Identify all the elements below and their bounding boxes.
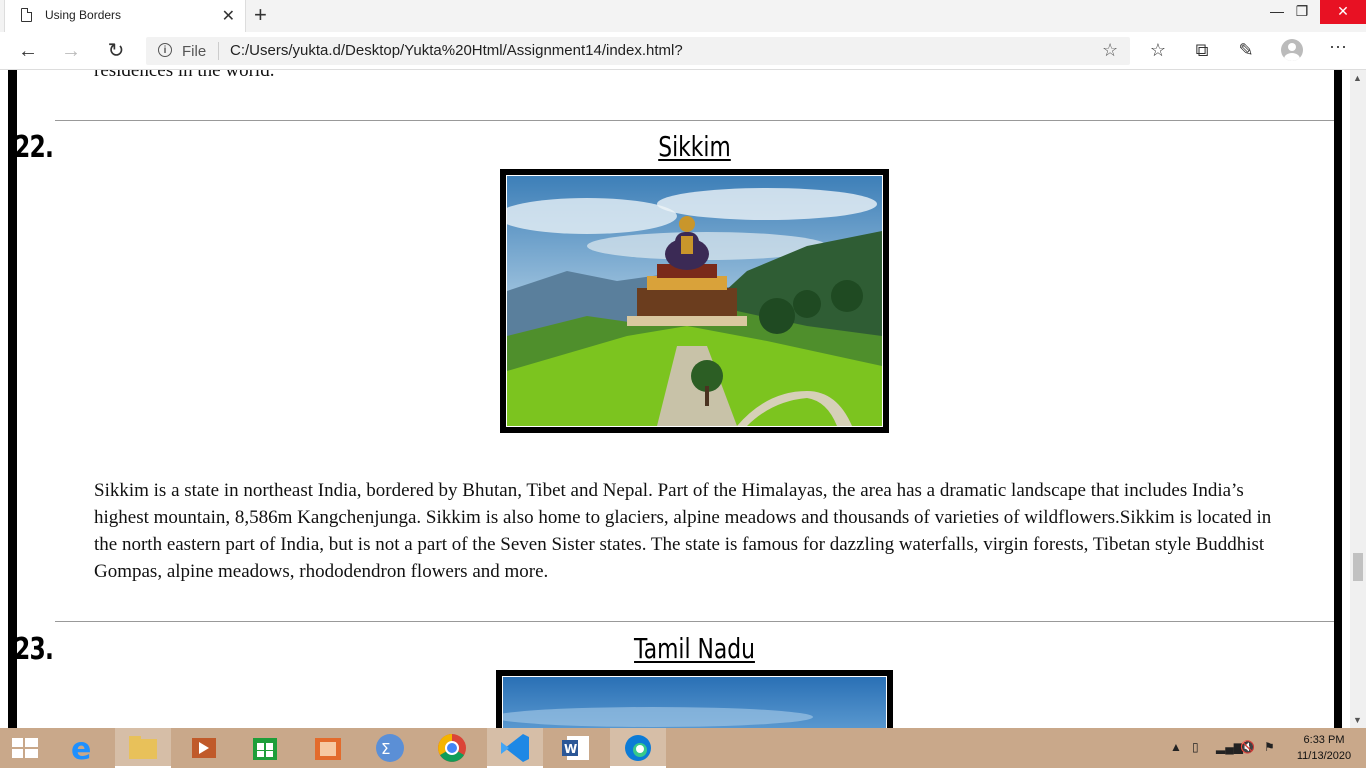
- profile-avatar[interactable]: [1281, 39, 1303, 61]
- tamil-nadu-photo: [503, 677, 886, 728]
- internet-explorer-icon[interactable]: e: [55, 728, 111, 768]
- new-tab-button[interactable]: +: [254, 2, 267, 28]
- word-icon[interactable]: W: [549, 728, 605, 768]
- section-paragraph: Sikkim is a state in northeast India, bo…: [94, 480, 1272, 582]
- svg-text:W: W: [564, 742, 577, 756]
- volume-muted-icon[interactable]: 🔇: [1240, 740, 1255, 754]
- sikkim-image: [500, 169, 889, 433]
- tamil-nadu-image: [496, 670, 893, 728]
- math-input-icon[interactable]: Σ: [362, 728, 418, 768]
- scrollbar-thumb[interactable]: [1353, 553, 1363, 581]
- network-icon[interactable]: ▂▄▆: [1216, 740, 1243, 754]
- sikkim-photo: [507, 176, 882, 426]
- section-title: Tamil Nadu: [634, 632, 755, 665]
- device-icon[interactable]: ▯: [1192, 740, 1199, 754]
- system-clock[interactable]: 6:33 PM 11/13/2020: [1292, 732, 1356, 764]
- svg-text:e: e: [71, 732, 91, 767]
- forward-button[interactable]: →: [58, 38, 84, 64]
- page-icon: [21, 8, 32, 22]
- section-title: Sikkim: [658, 130, 731, 163]
- url-divider: [218, 42, 219, 60]
- close-tab-icon[interactable]: ✕: [222, 6, 235, 26]
- tab-strip: Using Borders ✕ + — ❐ ✕: [0, 0, 1366, 32]
- file-label: File: [182, 43, 207, 60]
- more-menu-icon[interactable]: ···: [1326, 36, 1350, 57]
- address-bar[interactable]: i File C:/Users/yukta.d/Desktop/Yukta%20…: [146, 37, 1130, 65]
- scroll-up-icon[interactable]: ▲: [1353, 73, 1362, 83]
- url-text[interactable]: C:/Users/yukta.d/Desktop/Yukta%20Html/As…: [230, 42, 683, 59]
- clock-date: 11/13/2020: [1296, 750, 1352, 762]
- svg-text:Σ: Σ: [381, 740, 390, 758]
- navigation-bar: ← → ↻ i File C:/Users/yukta.d/Desktop/Yu…: [0, 32, 1366, 70]
- collections-icon[interactable]: ⧉: [1190, 40, 1214, 61]
- edge-icon[interactable]: [610, 728, 666, 768]
- store-icon[interactable]: [238, 728, 294, 768]
- section-number: 23.: [14, 632, 54, 667]
- page-content: residences in the world. 22. Sikkim Sikk…: [0, 70, 1350, 728]
- favorite-star-icon[interactable]: ☆: [1102, 40, 1118, 61]
- office-icon[interactable]: [300, 728, 356, 768]
- section-divider: [55, 621, 1334, 622]
- window-close-button[interactable]: ✕: [1320, 0, 1366, 24]
- media-player-icon[interactable]: [177, 728, 233, 768]
- page-border-left: [8, 70, 17, 728]
- favorites-icon[interactable]: ☆: [1146, 40, 1170, 61]
- share-icon[interactable]: ✎: [1234, 40, 1258, 61]
- back-button[interactable]: ←: [15, 38, 41, 64]
- browser-tab[interactable]: Using Borders ✕: [4, 0, 246, 32]
- show-hidden-icons-icon[interactable]: ▲: [1170, 740, 1182, 754]
- chrome-icon[interactable]: [424, 728, 480, 768]
- previous-paragraph-tail: residences in the world.: [94, 70, 275, 81]
- scroll-down-icon[interactable]: ▼: [1353, 715, 1362, 725]
- vscode-icon[interactable]: [487, 728, 543, 768]
- file-explorer-icon[interactable]: [115, 728, 171, 768]
- tab-title: Using Borders: [45, 8, 122, 22]
- windows-start-icon[interactable]: [12, 738, 38, 758]
- section-number: 22.: [14, 130, 54, 165]
- restore-button[interactable]: ❐: [1282, 0, 1322, 24]
- refresh-button[interactable]: ↻: [103, 38, 129, 64]
- windows-taskbar: e Σ W ▲ ▯ ▂▄▆ 🔇 ⚑ 6:33 PM 11/13/2020: [0, 728, 1366, 768]
- page-border-right: [1334, 70, 1342, 728]
- action-center-flag-icon[interactable]: ⚑: [1264, 740, 1275, 754]
- section-divider: [55, 120, 1334, 121]
- page-scrollbar[interactable]: ▲ ▼: [1350, 70, 1366, 728]
- clock-time: 6:33 PM: [1303, 734, 1345, 746]
- info-icon[interactable]: i: [158, 43, 172, 57]
